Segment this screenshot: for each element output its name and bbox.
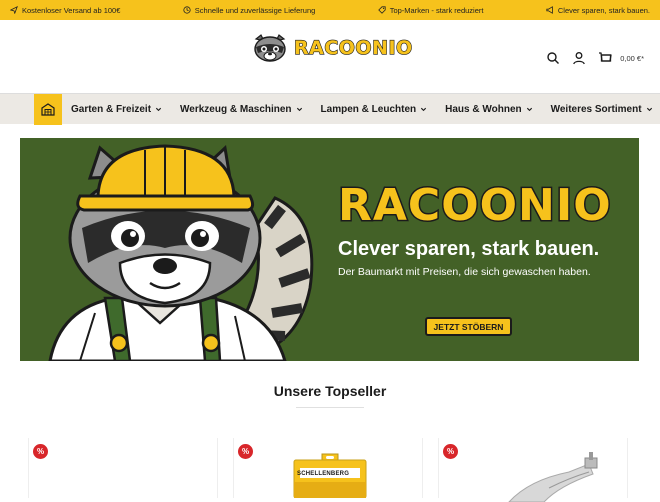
usp-item: Top-Marken - stark reduziert	[377, 5, 484, 15]
raccoon-mascot-illustration	[48, 144, 314, 361]
nav-item-werkzeug-maschinen[interactable]: Werkzeug & Maschinen	[180, 104, 303, 115]
hero-subline: Der Baumarkt mit Preisen, die sich gewas…	[338, 266, 591, 278]
raccoon-logo-icon	[254, 34, 286, 62]
nav-item-label: Weiteres Sortiment	[550, 104, 642, 115]
chevron-down-icon	[526, 107, 532, 112]
usp-label: Clever sparen, stark bauen.	[557, 5, 650, 15]
title-divider	[296, 407, 364, 408]
nav-item-weiteres-sortiment[interactable]: Weiteres Sortiment	[551, 104, 653, 115]
usp-label: Top-Marken - stark reduziert	[389, 5, 484, 15]
usp-item: Clever sparen, stark bauen.	[546, 6, 650, 15]
topseller-title: Unsere Topseller	[273, 383, 387, 399]
usp-item: Kostenloser Versand ab 100€	[10, 6, 120, 15]
sale-badge: %	[33, 444, 48, 459]
nav-item-garten-freizeit[interactable]: Garten & Freizeit	[71, 104, 162, 115]
product-card[interactable]: %	[28, 438, 218, 498]
hero-brand-title: RACOONIO	[337, 179, 613, 233]
chevron-down-icon	[155, 107, 162, 112]
site-logo[interactable]: RACOONIO	[252, 33, 413, 63]
shop-now-button[interactable]: JETZT STÖBERN	[425, 317, 512, 336]
cart-total[interactable]: 0,00 €*	[620, 54, 644, 63]
sale-badge: %	[238, 444, 253, 459]
nav-item-label: Garten & Freizeit	[71, 104, 152, 115]
hero-banner[interactable]: RACOONIO Clever sparen, stark bauen. Der…	[20, 138, 639, 361]
product-brand-label: SCHELLENBERG	[297, 471, 350, 477]
usp-label: Kostenloser Versand ab 100€	[22, 5, 121, 15]
product-card[interactable]: % SCHELLENBERG	[233, 438, 423, 498]
clock-icon	[183, 6, 191, 14]
header-actions: 0,00 €*	[546, 51, 644, 65]
account-icon[interactable]	[572, 51, 586, 65]
nav-item-label: Lampen & Leuchten	[320, 104, 417, 115]
nav-item-haus-wohnen[interactable]: Haus & Wohnen	[445, 104, 532, 115]
nav-item-lampen-leuchten[interactable]: Lampen & Leuchten	[321, 104, 428, 115]
chevron-down-icon	[421, 107, 427, 112]
usp-label: Schnelle und zuverlässige Lieferung	[194, 5, 316, 15]
chevron-down-icon	[296, 107, 302, 112]
logo-wordmark: RACOONIO	[293, 36, 413, 59]
chevron-down-icon	[646, 107, 652, 112]
product-card[interactable]: %	[438, 438, 628, 502]
search-icon[interactable]	[546, 51, 560, 65]
nav-item-label: Werkzeug & Maschinen	[180, 104, 292, 115]
cart-icon[interactable]	[598, 51, 612, 65]
shop-icon	[41, 103, 55, 116]
usp-item: Schnelle und zuverlässige Lieferung	[183, 5, 316, 15]
hero-claim: Clever sparen, stark bauen.	[338, 238, 600, 260]
product-image[interactable]	[489, 452, 609, 502]
nav-item-label: Haus & Wohnen	[445, 104, 522, 115]
paper-plane-icon	[10, 6, 18, 14]
megaphone-icon	[546, 6, 553, 14]
usp-bar: Kostenloser Versand ab 100€ Schnelle und…	[0, 0, 660, 20]
sale-badge: %	[443, 444, 458, 459]
main-navigation: Garten & Freizeit Werkzeug & Maschinen L…	[0, 93, 660, 125]
home-button[interactable]	[34, 94, 62, 125]
nav-items: Garten & Freizeit Werkzeug & Maschinen L…	[71, 94, 660, 125]
tag-icon	[377, 6, 386, 14]
